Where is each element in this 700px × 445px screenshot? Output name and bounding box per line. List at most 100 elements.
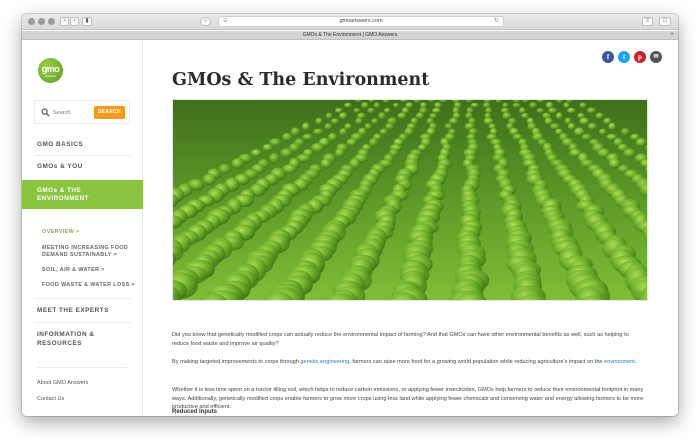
leaf-cluster [355,117,363,125]
forward-button[interactable]: › [70,17,79,26]
email-share-icon[interactable]: ✉ [650,51,662,63]
subnav-line1: MEETING INCREASING FOOD [42,245,129,251]
leaf-cluster [608,122,617,131]
leaf-cluster [250,149,262,157]
search-box: SEARCH [34,100,130,124]
browser-titlebar: ‹ › ▮ ○ ☰ gmoanswers.com ↻ ⇧ □ [22,14,678,30]
leaf-cluster [567,122,576,131]
tabs-overview-icon[interactable]: □ [659,17,671,26]
twitter-share-icon[interactable]: t [618,51,630,63]
gmo-answers-logo[interactable]: gmo answers [38,58,63,83]
nav-gmos-and-you[interactable]: GMOs & YOU [37,163,83,170]
leaf-cluster [536,108,544,114]
pinterest-share-icon[interactable]: p [634,51,646,63]
nav-divider [37,367,127,368]
leaf-cluster [302,133,313,141]
leaf-cluster [280,148,293,158]
leaf-cluster [269,152,280,164]
leaf-cluster [635,137,647,147]
leaf-cluster [339,112,348,120]
genetic-engineering-link[interactable]: genetic engineering [300,359,349,365]
leaf-cluster [302,122,310,131]
leaf-cluster [502,102,509,108]
zoom-window-button[interactable] [48,18,55,25]
leaf-cluster [566,107,577,114]
genetic-engineering-paragraph: By making targeted improvements to crops… [172,358,646,367]
footprint-paragraph: Whether it is less time spent on a tract… [172,387,644,411]
leaf-cluster [595,112,604,120]
leaf-cluster [587,122,598,131]
leaf-cluster [353,108,361,114]
soybean-rows-illustration [173,100,647,300]
leaf-cluster [586,107,597,114]
leaf-cluster [344,102,352,108]
url-text: gmoanswers.com [339,18,383,24]
footer-link-about[interactable]: About GMO Answers [37,380,88,386]
leaf-cluster [415,112,425,120]
reduced-inputs-heading: Reduced Inputs [172,409,218,415]
nav-active-line1: GMOs & THE [37,187,82,194]
leaf-cluster [434,102,442,109]
leaf-cluster [367,107,376,114]
leaf-cluster [448,117,459,125]
leaf-cluster [371,118,379,125]
page-title: GMOs & The Environment [172,70,430,90]
para2-text-middle: , farmers can raise more food for a grow… [349,359,605,365]
page-viewport: gmo answers SEARCH GMO BASICS GMOs & YOU… [22,41,678,416]
subnav-meeting-food-demand[interactable]: MEETING INCREASING FOOD DEMAND SUSTAINAB… [42,245,128,259]
leaf-cluster [485,107,493,114]
nav-gmo-basics[interactable]: GMO BASICS [37,141,83,148]
leaf-cluster [312,128,324,136]
leaf-cluster [384,107,391,114]
search-button[interactable]: SEARCH [94,106,125,119]
leaf-cluster [282,132,293,142]
tab-strip: GMOs & The Environment | GMO Answers + [22,31,678,40]
footer-link-contact[interactable]: Contact Us [37,396,64,402]
environment-link[interactable]: environment [604,359,635,365]
leaf-cluster [581,133,592,141]
leaf-cluster [385,123,395,130]
subnav-food-waste[interactable]: FOOD WASTE & WATER LOSS > [42,282,135,289]
leaf-cluster [231,158,244,170]
new-tab-button[interactable]: + [668,31,676,39]
leaf-cluster [320,158,332,169]
leaf-cluster [361,102,369,109]
minimize-window-button[interactable] [38,18,45,25]
back-button[interactable]: ‹ [60,17,69,26]
leaf-cluster [330,118,340,125]
nav-information-resources[interactable]: INFORMATION & RESOURCES [37,331,95,348]
facebook-share-icon[interactable]: f [602,51,614,63]
nav-gmos-environment[interactable]: GMOs & THE ENVIRONMENT [22,180,143,209]
nav-meet-the-experts[interactable]: MEET THE EXPERTS [37,307,109,314]
leaf-cluster [579,102,587,109]
leaf-cluster [563,102,570,109]
active-tab-title[interactable]: GMOs & The Environment | GMO Answers [22,32,678,38]
leaf-cluster [346,138,357,147]
leaf-cluster [334,148,345,158]
leaf-cluster [579,117,590,125]
subnav-overview[interactable]: OVERVIEW > [42,229,80,236]
leaf-cluster [555,112,563,120]
nav-divider [34,322,131,323]
leaf-cluster [290,127,301,137]
para2-text-after: . [634,359,637,365]
address-bar[interactable]: ☰ gmoanswers.com ↻ [218,16,504,27]
leaf-cluster [432,107,442,114]
subnav-line2: DEMAND SUSTAINABLY > [42,252,118,258]
intro-paragraph: Did you know that genetically modified c… [172,332,629,347]
leaf-cluster [392,102,400,108]
leaf-cluster [519,107,526,114]
close-window-button[interactable] [28,18,35,25]
sidebar-toggle-icon[interactable]: ▮ [82,17,92,26]
leaf-cluster [521,112,529,119]
privacy-shield-icon[interactable]: ○ [200,17,211,26]
reload-icon[interactable]: ↻ [494,17,499,24]
share-icon[interactable]: ⇧ [642,17,653,26]
leaf-cluster [335,107,343,114]
main-content: f t p ✉ GMOs & The Environment Did you k… [144,41,678,416]
nav-info-line1: INFORMATION & [37,331,95,338]
subnav-soil-air-water[interactable]: SOIL, AIR & WATER > [42,267,105,274]
search-input[interactable] [53,107,91,118]
leaf-cluster [598,128,607,136]
nav-divider [34,298,131,299]
